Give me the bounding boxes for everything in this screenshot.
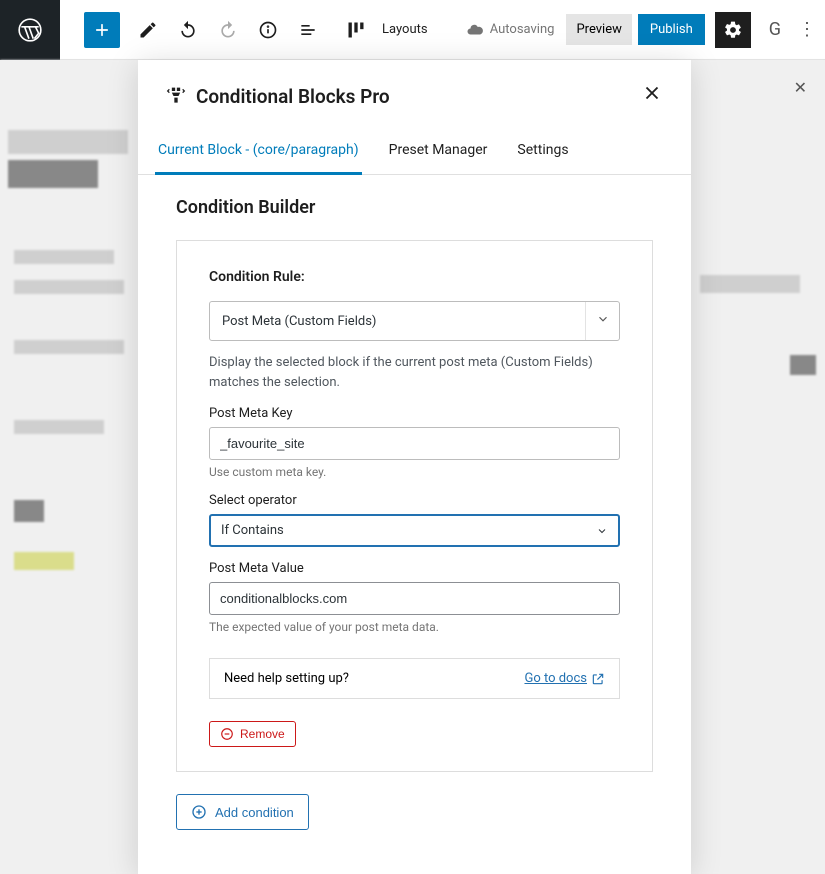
close-icon xyxy=(641,82,663,104)
settings-gear-button[interactable] xyxy=(715,12,751,48)
condition-description: Display the selected block if the curren… xyxy=(209,353,620,392)
cloud-icon xyxy=(466,21,484,39)
chevron-down-icon xyxy=(596,525,608,537)
info-icon[interactable] xyxy=(250,12,286,48)
meta-key-input[interactable] xyxy=(209,427,620,460)
operator-select[interactable]: If Contains xyxy=(209,514,620,547)
tab-settings[interactable]: Settings xyxy=(517,128,568,174)
condition-type-value: Post Meta (Custom Fields) xyxy=(222,314,376,329)
meta-key-hint: Use custom meta key. xyxy=(209,465,620,479)
modal-close-button[interactable] xyxy=(641,82,663,110)
condition-rule-card: Condition Rule: Post Meta (Custom Fields… xyxy=(176,240,653,772)
meta-key-label: Post Meta Key xyxy=(209,406,620,421)
conditional-blocks-icon xyxy=(166,86,186,106)
operator-value: If Contains xyxy=(221,523,284,538)
autosaving-indicator: Autosaving xyxy=(466,21,555,39)
external-link-icon xyxy=(591,672,605,686)
meta-value-hint: The expected value of your post meta dat… xyxy=(209,620,620,634)
add-condition-button[interactable]: Add condition xyxy=(176,794,309,830)
condition-builder-heading: Condition Builder xyxy=(176,197,653,218)
layouts-icon[interactable] xyxy=(338,12,374,48)
publish-button[interactable]: Publish xyxy=(638,14,705,45)
condition-rule-label: Condition Rule: xyxy=(209,269,620,285)
edit-icon[interactable] xyxy=(130,12,166,48)
conditional-blocks-modal: Conditional Blocks Pro Current Block - (… xyxy=(138,60,691,874)
docs-link-label: Go to docs xyxy=(524,671,587,686)
autosaving-label: Autosaving xyxy=(490,22,555,37)
remove-icon xyxy=(220,727,234,741)
tab-current-block[interactable]: Current Block - (core/paragraph) xyxy=(158,128,359,174)
outline-icon[interactable] xyxy=(290,12,326,48)
more-options-button[interactable]: ⋮ xyxy=(789,19,825,40)
modal-tabs: Current Block - (core/paragraph) Preset … xyxy=(138,128,691,175)
wordpress-logo[interactable] xyxy=(0,0,60,60)
redo-button[interactable] xyxy=(210,12,246,48)
meta-value-label: Post Meta Value xyxy=(209,561,620,576)
operator-label: Select operator xyxy=(209,493,620,508)
sidebar-close-icon[interactable]: ✕ xyxy=(794,78,807,97)
help-question: Need help setting up? xyxy=(224,671,349,686)
modal-title: Conditional Blocks Pro xyxy=(196,85,390,108)
modal-header: Conditional Blocks Pro xyxy=(138,60,691,128)
help-box: Need help setting up? Go to docs xyxy=(209,658,620,699)
remove-label: Remove xyxy=(240,727,285,741)
undo-button[interactable] xyxy=(170,12,206,48)
editor-top-toolbar: Layouts Autosaving Preview Publish G ⋮ xyxy=(0,0,825,60)
meta-value-input[interactable] xyxy=(209,582,620,615)
chevron-down-icon xyxy=(585,302,619,340)
add-block-button[interactable] xyxy=(84,12,120,48)
tab-preset-manager[interactable]: Preset Manager xyxy=(389,128,488,174)
modal-body: Condition Builder Condition Rule: Post M… xyxy=(138,175,691,854)
remove-condition-button[interactable]: Remove xyxy=(209,721,296,747)
add-label: Add condition xyxy=(215,805,294,820)
preview-button[interactable]: Preview xyxy=(566,14,631,45)
layouts-label[interactable]: Layouts xyxy=(376,22,434,37)
condition-type-select[interactable]: Post Meta (Custom Fields) xyxy=(209,301,620,341)
go-to-docs-link[interactable]: Go to docs xyxy=(524,671,605,686)
gear-icon xyxy=(723,20,743,40)
add-icon xyxy=(191,804,207,820)
user-initial[interactable]: G xyxy=(761,19,789,40)
